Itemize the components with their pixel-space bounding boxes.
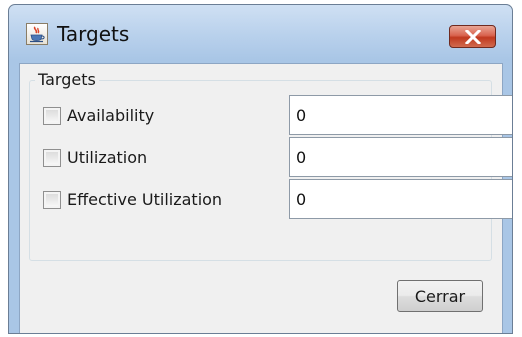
availability-label: Availability: [67, 106, 155, 125]
availability-checkbox[interactable]: [43, 107, 61, 125]
availability-row: Availability: [38, 95, 512, 135]
effective-utilization-row: Effective Utilization: [38, 179, 512, 219]
utilization-input[interactable]: [289, 137, 512, 177]
effective-utilization-checkbox[interactable]: [43, 191, 61, 209]
availability-input[interactable]: [289, 95, 512, 135]
utilization-label: Utilization: [67, 148, 148, 167]
effective-utilization-input[interactable]: [289, 179, 512, 219]
targets-dialog: Targets Targets Availability Utilization…: [8, 4, 513, 334]
targets-group: Targets Availability Utilization Effecti…: [29, 70, 512, 261]
group-title: Targets: [35, 70, 99, 90]
dialog-content: Targets Availability Utilization Effecti…: [19, 63, 512, 333]
window-title: Targets: [57, 22, 130, 46]
utilization-checkbox[interactable]: [43, 149, 61, 167]
window-close-button[interactable]: [449, 25, 496, 48]
java-cup-icon: [26, 23, 48, 45]
cerrar-button[interactable]: Cerrar: [397, 280, 483, 312]
close-icon: [465, 30, 481, 44]
title-bar[interactable]: Targets: [9, 5, 512, 63]
effective-utilization-label: Effective Utilization: [67, 190, 223, 209]
utilization-row: Utilization: [38, 137, 512, 177]
